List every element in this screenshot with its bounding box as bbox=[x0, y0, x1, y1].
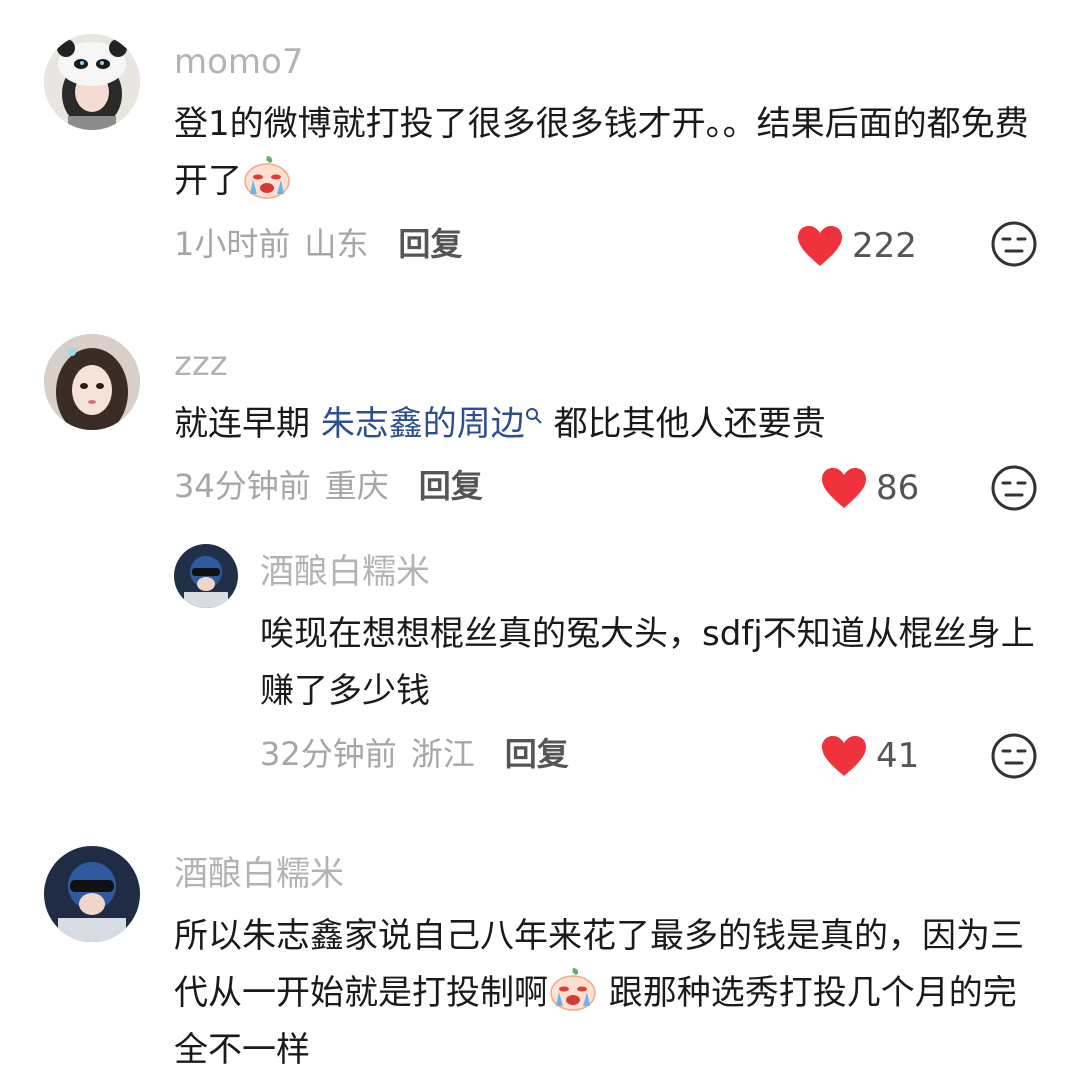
timestamp: 32分钟前 bbox=[260, 735, 397, 773]
reply-button[interactable]: 回复 bbox=[419, 466, 483, 506]
username[interactable]: momo7 bbox=[174, 42, 303, 82]
topic-link[interactable]: 朱志鑫的周边 bbox=[321, 404, 525, 444]
reply-button[interactable]: 回复 bbox=[505, 734, 569, 774]
heart-icon bbox=[820, 734, 868, 778]
comment-text-tail: 都比其他人还要贵 bbox=[542, 404, 826, 444]
dislike-face-icon[interactable] bbox=[990, 732, 1038, 780]
username[interactable]: zzz bbox=[174, 344, 228, 384]
location: 浙江 bbox=[410, 735, 475, 773]
comment-text: 唉现在想想棍丝真的冤大头，sdfj不知道从棍丝身上赚了多少钱 bbox=[260, 606, 1040, 720]
comment-text-body: 唉现在想想棍丝真的冤大头，sdfj不知道从棍丝身上赚了多少钱 bbox=[260, 614, 1035, 711]
comment-text-body: 就连早期 bbox=[174, 404, 321, 444]
search-icon bbox=[525, 408, 542, 424]
comment-text: 就连早期 朱志鑫的周边 都比其他人还要贵 bbox=[174, 396, 1034, 453]
comment-meta: 1小时前 山东 回复 bbox=[174, 224, 462, 264]
avatar[interactable] bbox=[44, 34, 140, 130]
location: 重庆 bbox=[324, 467, 389, 505]
crying-emoji-icon bbox=[548, 966, 598, 1012]
location: 山东 bbox=[304, 225, 369, 263]
username[interactable]: 酒酿白糯米 bbox=[174, 854, 344, 894]
crying-emoji-icon bbox=[242, 154, 292, 200]
avatar[interactable] bbox=[174, 544, 238, 608]
timestamp: 1小时前 bbox=[174, 225, 291, 263]
like-count: 222 bbox=[852, 226, 917, 266]
username[interactable]: 酒酿白糯米 bbox=[260, 552, 430, 592]
heart-icon bbox=[820, 466, 868, 510]
comment-text: 登1的微博就打投了很多很多钱才开。。结果后面的都免费开了 bbox=[174, 96, 1034, 210]
avatar-image bbox=[44, 846, 140, 942]
avatar-image bbox=[44, 34, 140, 130]
avatar[interactable] bbox=[44, 334, 140, 430]
comment-text: 所以朱志鑫家说自己八年来花了最多的钱是真的，因为三代从一开始就是打投制啊 跟那种… bbox=[174, 908, 1036, 1079]
comment-meta: 34分钟前 重庆 回复 bbox=[174, 466, 483, 506]
avatar[interactable] bbox=[44, 846, 140, 942]
comment-meta: 32分钟前 浙江 回复 bbox=[260, 734, 569, 774]
heart-icon bbox=[796, 224, 844, 268]
like-button[interactable]: 41 bbox=[820, 734, 919, 778]
dislike-face-icon[interactable] bbox=[990, 220, 1038, 268]
like-count: 41 bbox=[876, 736, 920, 776]
dislike-face-icon[interactable] bbox=[990, 464, 1038, 512]
like-count: 86 bbox=[876, 468, 920, 508]
timestamp: 34分钟前 bbox=[174, 467, 311, 505]
reply-button[interactable]: 回复 bbox=[398, 224, 462, 264]
like-button[interactable]: 222 bbox=[796, 224, 917, 268]
avatar-image bbox=[174, 544, 238, 608]
avatar-image bbox=[44, 334, 140, 430]
comment-text-body: 登1的微博就打投了很多很多钱才开。。结果后面的都免费开了 bbox=[174, 104, 1029, 201]
like-button[interactable]: 86 bbox=[820, 466, 919, 510]
